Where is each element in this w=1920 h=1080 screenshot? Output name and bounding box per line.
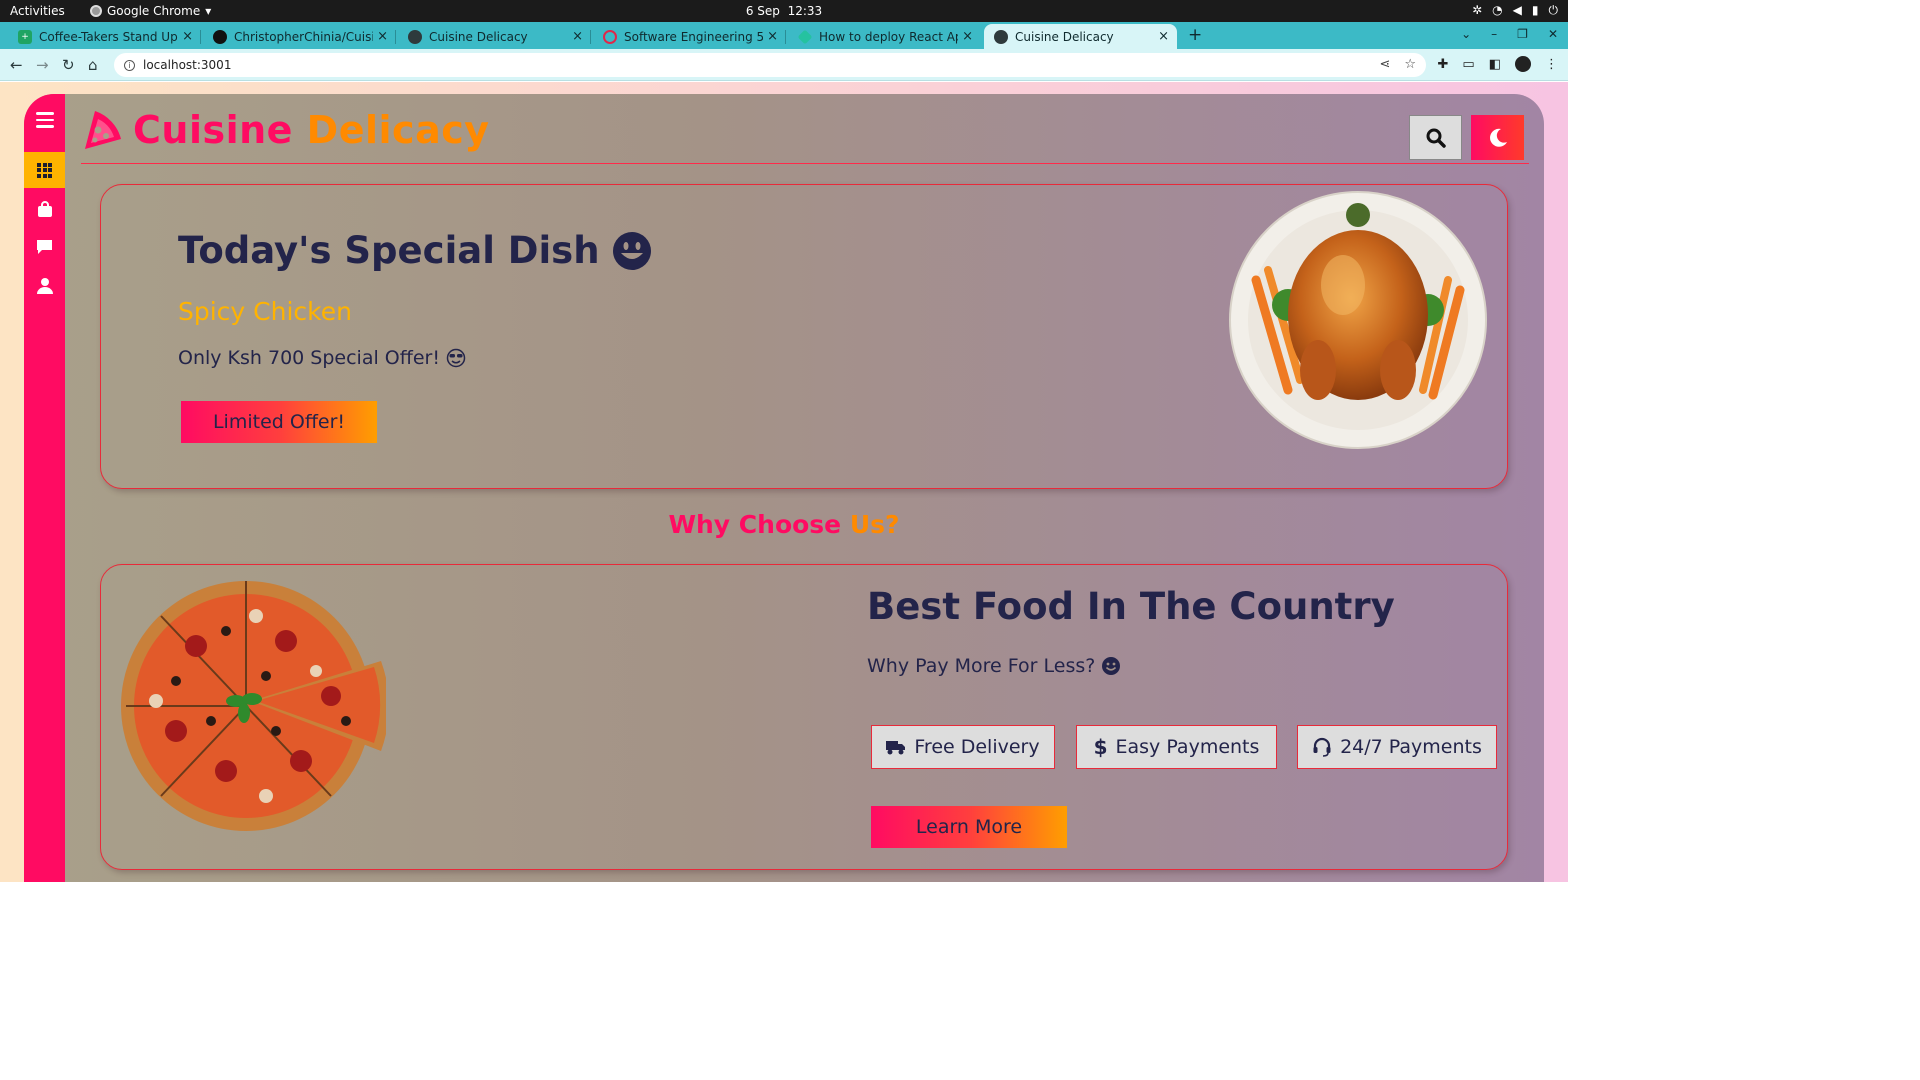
cast-icon[interactable]: ▭ <box>1462 57 1474 72</box>
best-food-heading: Best Food In The Country <box>867 585 1395 628</box>
theme-toggle-button[interactable] <box>1471 115 1524 160</box>
close-icon[interactable]: × <box>377 29 388 44</box>
reload-icon[interactable]: ↻ <box>62 56 75 74</box>
bookmark-star-icon[interactable]: ☆ <box>1404 57 1416 72</box>
roast-chicken-image <box>1229 191 1487 449</box>
learn-more-button[interactable]: Learn More <box>871 806 1067 848</box>
globe-icon <box>994 29 1008 44</box>
app-name: Google Chrome <box>107 4 201 18</box>
grid-icon[interactable] <box>24 152 65 188</box>
activities-button[interactable]: Activities <box>10 4 65 18</box>
app-container: Cuisine Delicacy Today's Special Dish Sp… <box>24 94 1544 882</box>
brand-name: Cuisine Delicacy <box>133 108 490 152</box>
moon-icon <box>1489 128 1507 147</box>
user-icon[interactable] <box>24 267 65 303</box>
tab-cuisine-delicacy-active[interactable]: Cuisine Delicacy × <box>984 24 1177 49</box>
close-icon[interactable]: × <box>767 29 778 44</box>
smiley-icon <box>612 231 651 270</box>
forward-icon[interactable]: → <box>36 56 49 74</box>
search-icon <box>1426 128 1446 148</box>
extensions-icon[interactable]: ✚ <box>1438 57 1449 72</box>
brand-logo[interactable]: Cuisine Delicacy <box>81 108 490 152</box>
diamond-icon <box>797 29 813 44</box>
app-menu[interactable]: Google Chrome ▾ <box>90 4 211 18</box>
tab-search-icon[interactable]: ⌄ <box>1461 27 1471 41</box>
restore-icon[interactable]: ❐ <box>1517 27 1528 41</box>
close-window-icon[interactable]: ✕ <box>1548 27 1558 41</box>
chrome-icon <box>90 5 102 17</box>
best-food-card: Best Food In The Country Why Pay More Fo… <box>100 564 1508 870</box>
special-dish-card: Today's Special Dish Spicy Chicken Only … <box>100 184 1508 489</box>
close-icon[interactable]: × <box>962 29 973 44</box>
offer-text: Only Ksh 700 Special Offer! <box>178 347 466 369</box>
free-delivery-button[interactable]: Free Delivery <box>871 725 1055 769</box>
new-tab-button[interactable]: + <box>1188 25 1202 45</box>
support-payments-button[interactable]: 24/7 Payments <box>1297 725 1497 769</box>
back-icon[interactable]: ← <box>10 56 23 74</box>
why-choose-us-heading: Why Choose Us? <box>668 510 900 539</box>
site-info-icon[interactable]: i <box>124 59 135 71</box>
pizza-slice-icon <box>85 111 121 149</box>
header-divider <box>81 163 1529 164</box>
smiley-icon <box>1102 657 1121 675</box>
share-icon[interactable]: ⋖ <box>1379 57 1390 72</box>
clock[interactable]: 6 Sep 12:33 <box>0 4 1568 18</box>
globe-icon <box>408 29 422 44</box>
kebab-menu-icon[interactable]: ⋮ <box>1545 57 1558 72</box>
truck-icon <box>886 741 906 755</box>
ring-icon <box>603 29 617 44</box>
search-button[interactable] <box>1409 115 1462 160</box>
tab-software-engineering[interactable]: Software Engineering 59 × <box>593 24 786 49</box>
dish-name: Spicy Chicken <box>178 297 352 326</box>
page-viewport: Cuisine Delicacy Today's Special Dish Sp… <box>0 82 1568 882</box>
volume-icon: ◀ <box>1512 3 1522 17</box>
system-tray[interactable]: ✲ ◔ ◀ ▮ ⏻ <box>1472 3 1558 18</box>
sheets-icon: + <box>18 29 32 44</box>
side-panel-icon[interactable]: ◧ <box>1489 57 1501 72</box>
pizza-image <box>121 581 386 831</box>
settings-icon: ✲ <box>1472 3 1483 17</box>
close-icon[interactable]: × <box>572 29 583 44</box>
menu-icon[interactable] <box>24 102 65 138</box>
extensions-area: ✚ ▭ ◧ ⋮ <box>1438 56 1558 72</box>
minimize-icon[interactable]: – <box>1491 27 1497 41</box>
tab-github[interactable]: ChristopherChinia/Cuisin × <box>203 24 396 49</box>
profile-avatar[interactable] <box>1515 56 1531 72</box>
dollar-icon: $ <box>1093 735 1108 759</box>
sidebar <box>24 94 65 882</box>
power-icon: ⏻ <box>1548 3 1559 17</box>
address-bar[interactable]: i localhost:3001 ⋖ ☆ <box>114 53 1426 77</box>
easy-payments-button[interactable]: $ Easy Payments <box>1076 725 1277 769</box>
wifi-icon: ◔ <box>1492 3 1503 17</box>
browser-toolbar: ← → ↻ ⌂ i localhost:3001 ⋖ ☆ ✚ ▭ ◧ ⋮ <box>0 49 1568 81</box>
github-icon <box>213 29 227 44</box>
limited-offer-button[interactable]: Limited Offer! <box>181 401 377 443</box>
sunglasses-emoji-icon <box>446 348 466 368</box>
headset-icon <box>1313 737 1331 757</box>
why-pay-text: Why Pay More For Less? <box>867 655 1121 677</box>
os-top-bar: Activities Google Chrome ▾ 6 Sep 12:33 ✲… <box>0 0 1568 22</box>
special-heading: Today's Special Dish <box>178 229 652 272</box>
window-controls: ⌄ – ❐ ✕ <box>1461 27 1558 41</box>
close-icon[interactable]: × <box>1158 29 1169 44</box>
tab-strip: + Coffee-Takers Stand Up L × Christopher… <box>0 22 1568 49</box>
chat-icon[interactable] <box>24 229 65 265</box>
caret-down-icon: ▾ <box>205 4 212 18</box>
tab-cuisine-delicacy-1[interactable]: Cuisine Delicacy × <box>398 24 591 49</box>
home-icon[interactable]: ⌂ <box>88 56 98 74</box>
tab-coffee-takers[interactable]: + Coffee-Takers Stand Up L × <box>8 24 201 49</box>
url-text: localhost:3001 <box>143 58 232 72</box>
bag-icon[interactable] <box>24 191 65 227</box>
battery-icon: ▮ <box>1531 3 1539 17</box>
tab-deploy-react[interactable]: How to deploy React App × <box>788 24 981 49</box>
close-icon[interactable]: × <box>182 29 193 44</box>
